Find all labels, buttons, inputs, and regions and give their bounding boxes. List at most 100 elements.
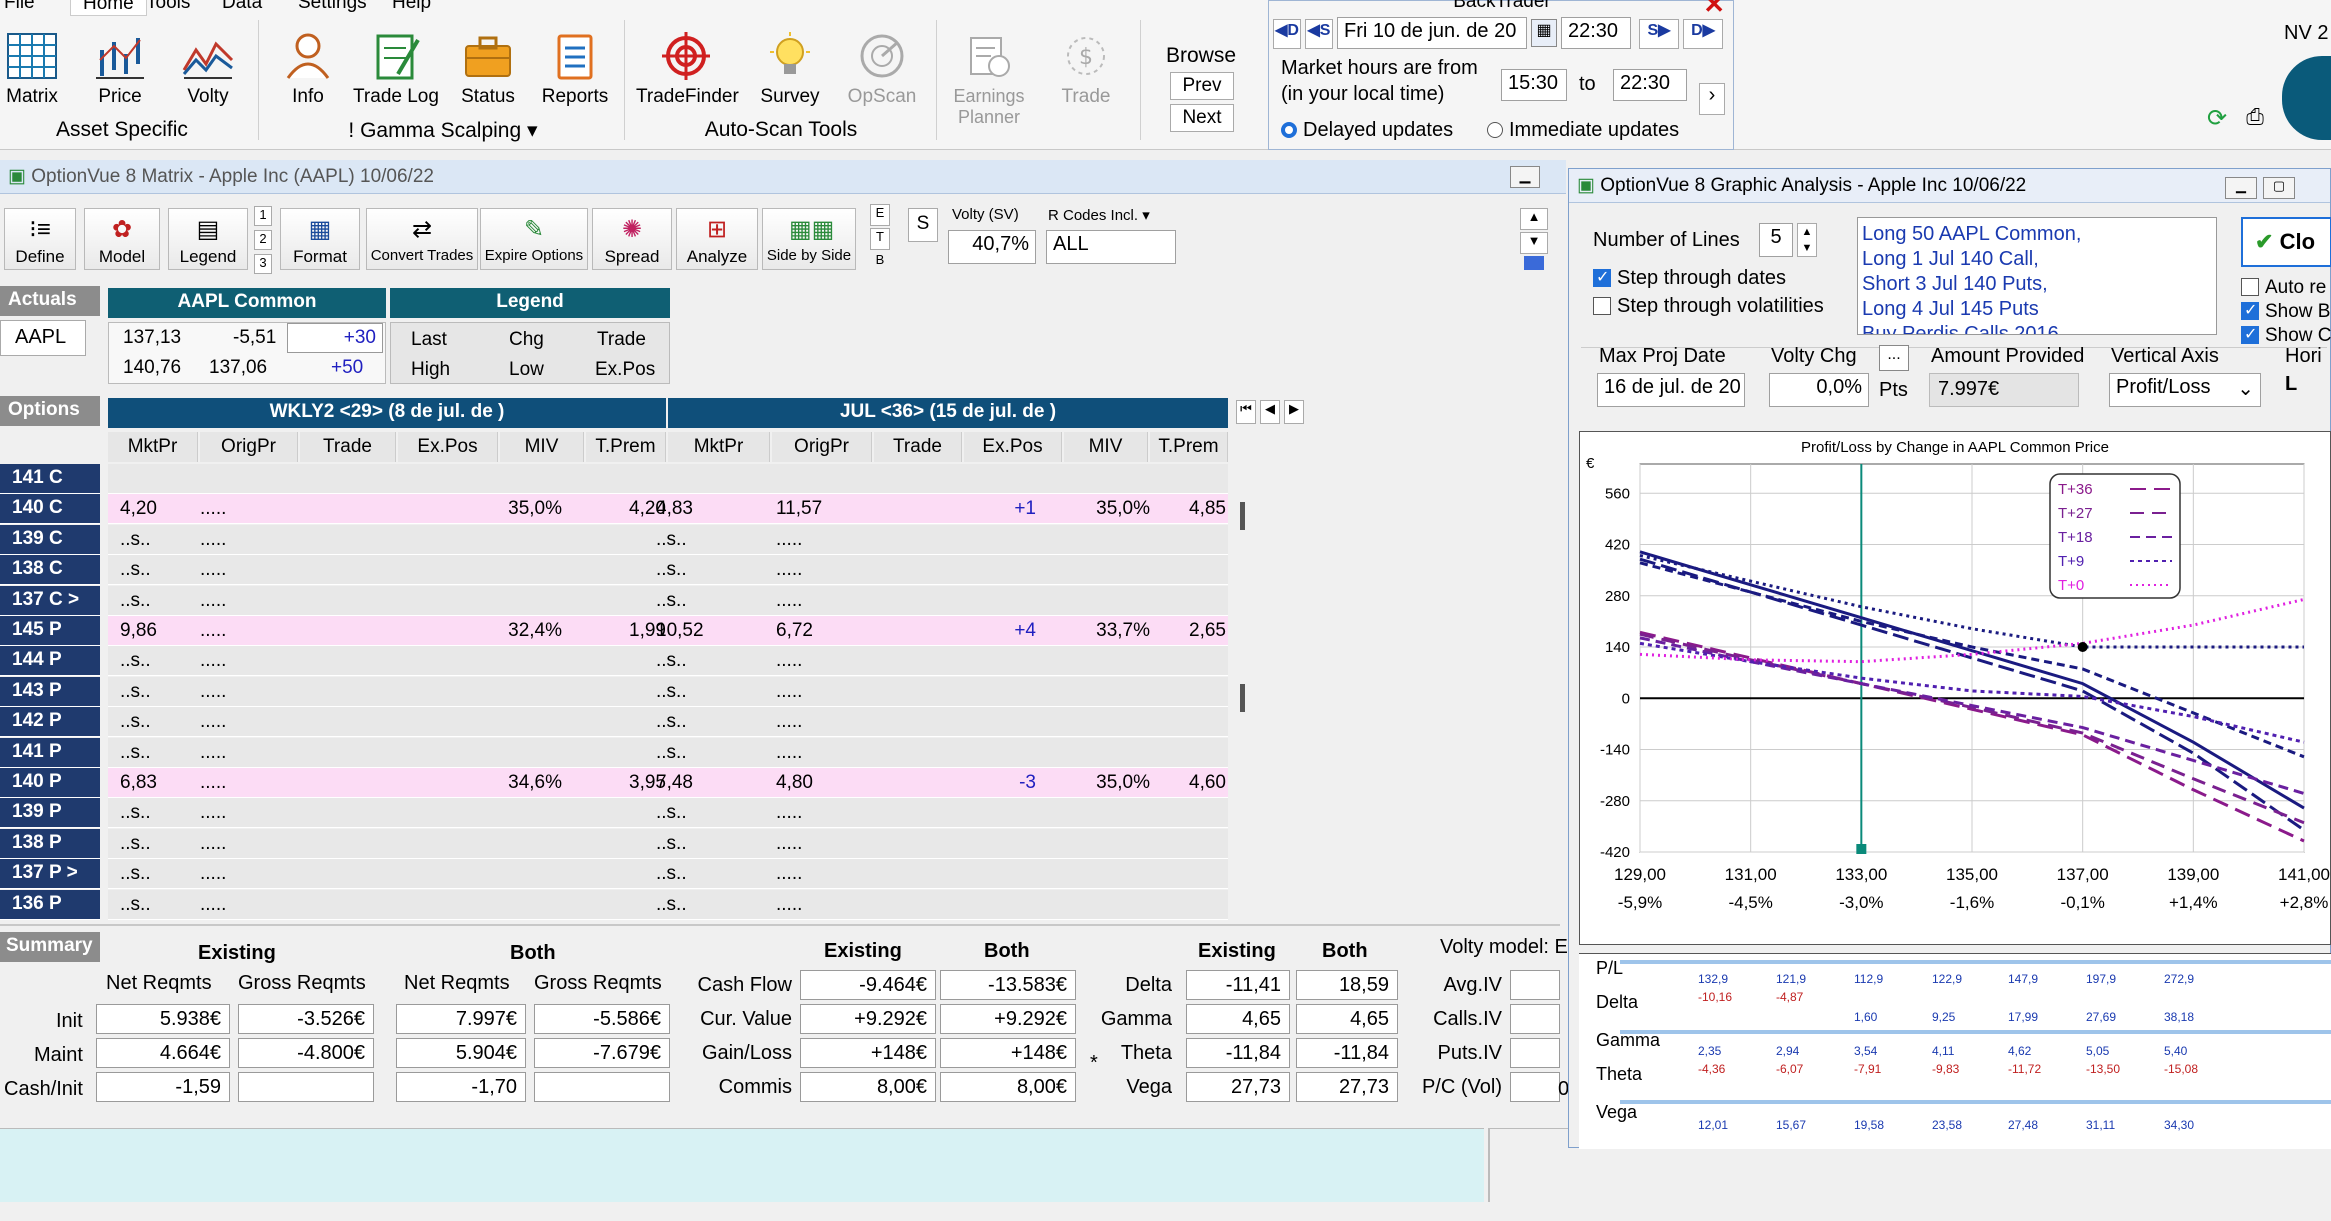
print-icon[interactable]: ⎙ <box>2240 104 2270 134</box>
chevron-down-icon[interactable]: ▾ <box>1142 207 1150 224</box>
strike-label[interactable]: 137 C > <box>0 585 100 616</box>
layout-1-button[interactable]: 1 <box>254 206 272 226</box>
scroll-down-icon[interactable]: ▼ <box>1520 232 1548 254</box>
calls-scrollbar-thumb[interactable] <box>1240 502 1245 530</box>
next-expiry-icon[interactable]: ▶ <box>1284 400 1304 424</box>
spread-button[interactable]: ✺ Spread <box>592 208 672 270</box>
mode-b-button[interactable]: B <box>870 252 890 274</box>
prev-button[interactable]: Prev <box>1170 72 1234 100</box>
analyze-button[interactable]: ⊞ Analyze <box>676 208 758 270</box>
define-button[interactable]: ⁝≡ Define <box>4 208 76 270</box>
menu-help[interactable]: Help <box>392 0 431 14</box>
show-c-checkbox[interactable]: Show C <box>2241 324 2331 347</box>
expire-options-button[interactable]: ✎ Expire Options <box>480 208 588 270</box>
market-end-input[interactable]: 22:30 <box>1613 69 1687 101</box>
strike-label[interactable]: 139 C <box>0 524 100 555</box>
prev-expiry-icon[interactable]: ◀ <box>1260 400 1280 424</box>
calendar-icon[interactable]: ▦ <box>1531 19 1557 47</box>
strike-label[interactable]: 143 P <box>0 676 100 707</box>
trade-log-button[interactable]: Trade Log <box>352 30 440 108</box>
option-row[interactable]: 4,20..... 35,0% 4,20 4,83 11,57 +1 35,0% 4,85 <box>108 494 1228 525</box>
menu-data[interactable]: Data <box>222 0 262 14</box>
jump-session-forward-button[interactable]: S▶ <box>1639 19 1679 49</box>
strike-label[interactable]: 140 C <box>0 494 100 525</box>
backtrader-time-input[interactable]: 22:30 <box>1561 17 1631 49</box>
info-button[interactable]: Info <box>268 30 348 108</box>
close-button[interactable]: ✔ Clo <box>2241 217 2331 267</box>
strike-label[interactable]: 139 P <box>0 798 100 829</box>
format-button[interactable]: ▦ Format <box>280 208 360 270</box>
option-row[interactable]: ..s....... ..s....... <box>108 524 1228 555</box>
mode-e-button[interactable]: E <box>870 204 890 226</box>
option-row[interactable]: ..s....... ..s....... <box>108 889 1228 920</box>
pl-chart[interactable]: Profit/Loss by Change in AAPL Common Pri… <box>1580 432 2330 944</box>
chevron-right-icon[interactable]: › <box>1699 83 1725 115</box>
jump-session-back-button[interactable]: ◀S <box>1305 19 1333 49</box>
strike-label[interactable]: 137 P > <box>0 859 100 890</box>
strike-label[interactable]: 144 P <box>0 646 100 677</box>
option-row[interactable]: 9,86..... 32,4% 1,99 10,52 6,72 +4 33,7% 2,65 <box>108 616 1228 646</box>
strike-label[interactable]: 145 P <box>0 616 100 646</box>
option-row[interactable]: ..s....... ..s....... <box>108 828 1228 859</box>
group-gamma-scalping[interactable]: ! Gamma Scalping ▾ <box>268 118 618 143</box>
menu-settings[interactable]: Settings <box>298 0 367 14</box>
volty-button[interactable]: Volty <box>168 30 248 108</box>
opscan-button[interactable]: OpScan <box>842 30 922 108</box>
option-row[interactable] <box>108 464 1228 494</box>
immediate-updates-radio[interactable]: Immediate updates <box>1487 119 1679 142</box>
refresh-icon[interactable]: ⟳ <box>2202 104 2232 134</box>
legend-button[interactable]: ▤ Legend <box>168 208 248 270</box>
option-row[interactable]: ..s....... ..s....... <box>108 798 1228 829</box>
scroll-up-icon[interactable]: ▲ <box>1520 208 1548 230</box>
jump-day-forward-button[interactable]: D▶ <box>1683 19 1723 49</box>
volty-chg-options-button[interactable]: ... <box>1879 345 1909 371</box>
strike-label[interactable]: 138 P <box>0 828 100 859</box>
earnings-planner-button[interactable]: Earnings Planner <box>946 30 1032 128</box>
tradefinder-button[interactable]: TradeFinder <box>636 30 739 108</box>
price-button[interactable]: Price <box>80 30 160 108</box>
model-button[interactable]: ✿ Model <box>84 208 160 270</box>
option-row[interactable]: ..s....... ..s....... <box>108 737 1228 768</box>
slider-thumb[interactable] <box>1524 256 1544 270</box>
puts-scrollbar-thumb[interactable] <box>1240 684 1245 712</box>
symbol-input[interactable]: AAPL <box>0 320 86 356</box>
first-page-icon[interactable]: ⏮ <box>1236 400 1256 424</box>
strike-label[interactable]: 142 P <box>0 707 100 738</box>
option-row[interactable]: ..s....... ..s....... <box>108 707 1228 738</box>
layout-3-button[interactable]: 3 <box>254 254 272 274</box>
rcodes-input[interactable]: ALL <box>1046 230 1176 264</box>
step-dates-checkbox[interactable]: Step through dates <box>1593 267 1786 290</box>
common-trade-input[interactable]: +30 <box>287 323 383 353</box>
menu-tools[interactable]: Tools <box>146 0 190 14</box>
s-button[interactable]: S <box>908 208 938 242</box>
survey-button[interactable]: Survey <box>750 30 830 108</box>
volty-sv-input[interactable]: 40,7% <box>948 230 1036 264</box>
close-icon[interactable]: ✕ <box>1703 0 1725 20</box>
auto-refresh-checkbox[interactable]: Auto re <box>2241 277 2326 299</box>
matrix-button[interactable]: Matrix <box>0 30 72 108</box>
option-row[interactable]: ..s....... ..s....... <box>108 676 1228 707</box>
number-of-lines-input[interactable]: 5 <box>1759 223 1793 257</box>
positions-list[interactable]: Long 50 AAPL Common, Long 1 Jul 140 Call… <box>1857 217 2217 335</box>
maximize-icon[interactable]: ▢ <box>2263 177 2295 199</box>
menu-file[interactable]: File <box>4 0 35 14</box>
show-b-checkbox[interactable]: Show B <box>2241 300 2330 323</box>
minimize-icon[interactable]: ▁ <box>1510 166 1540 188</box>
strike-label[interactable]: 141 C <box>0 464 100 494</box>
option-row[interactable]: ..s....... ..s....... <box>108 646 1228 677</box>
vertical-axis-select[interactable]: Profit/Loss ⌄ <box>2109 373 2261 407</box>
strike-label[interactable]: 138 C <box>0 555 100 586</box>
convert-trades-button[interactable]: ⇄ Convert Trades <box>366 208 478 270</box>
step-vols-checkbox[interactable]: Step through volatilities <box>1593 295 1824 318</box>
strike-label[interactable]: 141 P <box>0 737 100 768</box>
minimize-icon[interactable]: ▁ <box>2225 177 2257 199</box>
status-button[interactable]: Status <box>448 30 528 108</box>
jump-day-back-button[interactable]: ◀D <box>1273 19 1301 49</box>
max-proj-date-input[interactable]: 16 de jul. de 20 <box>1597 373 1745 407</box>
option-row[interactable]: ..s....... ..s....... <box>108 859 1228 890</box>
layout-2-button[interactable]: 2 <box>254 230 272 250</box>
option-row[interactable]: ..s....... ..s....... <box>108 585 1228 616</box>
reports-button[interactable]: Reports <box>535 30 615 108</box>
side-by-side-button[interactable]: ▦▦ Side by Side <box>762 208 856 270</box>
delayed-updates-radio[interactable]: Delayed updates <box>1281 119 1453 142</box>
